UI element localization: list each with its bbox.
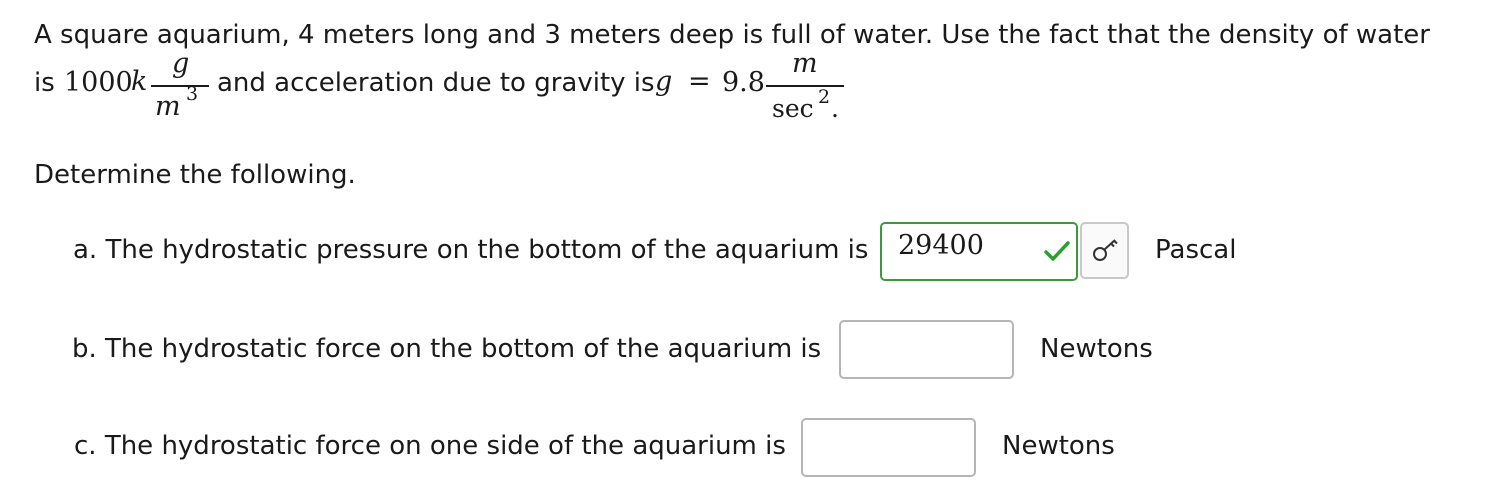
key-icon (1093, 239, 1118, 261)
gravity-text: and acceleration due to gravity is (217, 68, 655, 98)
question-b-unit: Newtons (1040, 334, 1153, 364)
gravity-period: . (831, 94, 839, 123)
instruction-text: Determine the following. (34, 160, 356, 190)
gravity-variable: g (655, 66, 673, 97)
density-denominator: m (155, 91, 181, 122)
check-icon (1044, 241, 1070, 261)
question-a-label: a. The hydrostatic pressure on the botto… (73, 235, 869, 265)
density-value: 1000 (64, 67, 133, 98)
key-button[interactable] (1080, 222, 1129, 279)
density-numerator: g (172, 48, 190, 79)
answer-b-field[interactable] (839, 320, 1014, 379)
question-a-unit: Pascal (1155, 235, 1237, 265)
density-denominator-exponent: 3 (186, 83, 199, 105)
answer-a-value: 29400 (898, 230, 984, 261)
answer-a-field[interactable]: 29400 (880, 222, 1078, 281)
problem-is-label: is (34, 68, 55, 98)
gravity-fraction-bar (766, 85, 844, 87)
question-c-unit: Newtons (1002, 431, 1115, 461)
problem-line-1: A square aquarium, 4 meters long and 3 m… (34, 20, 1430, 50)
gravity-denominator: sec (772, 94, 814, 123)
gravity-denominator-exponent: 2 (818, 86, 831, 108)
gravity-value: 9.8 (722, 67, 765, 98)
density-unit-k: k (131, 66, 148, 97)
density-fraction-bar (151, 85, 209, 87)
answer-c-field[interactable] (801, 418, 976, 477)
equals-sign: = (688, 66, 711, 97)
question-b-label: b. The hydrostatic force on the bottom o… (72, 334, 822, 364)
question-c-label: c. The hydrostatic force on one side of … (74, 431, 786, 461)
gravity-numerator: m (792, 48, 818, 79)
